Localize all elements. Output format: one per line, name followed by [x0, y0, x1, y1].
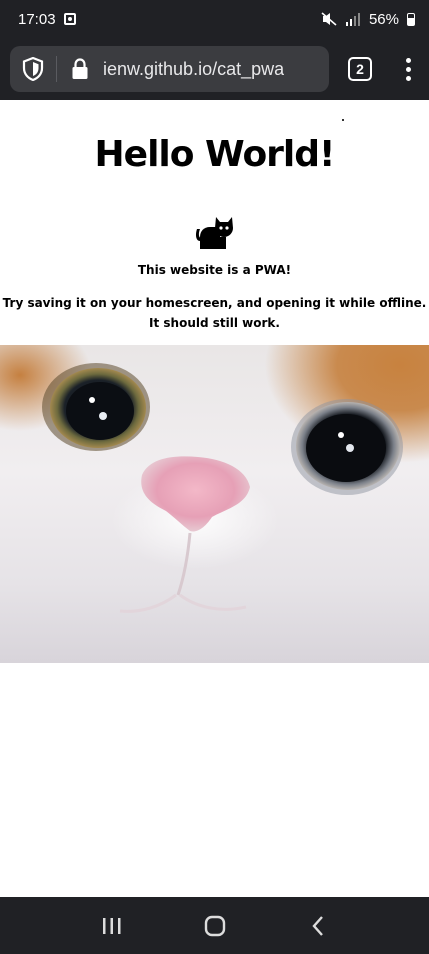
signal-icon: [345, 13, 360, 26]
cat-icon: [196, 217, 233, 249]
page-dot: [342, 119, 344, 121]
notification-icon: [63, 13, 76, 25]
cat-photo: [0, 345, 429, 663]
offline-instructions: Try saving it on your homescreen, and op…: [2, 296, 427, 330]
home-icon[interactable]: [200, 911, 230, 941]
status-time: 17:03: [18, 10, 56, 28]
lock-icon[interactable]: [71, 58, 89, 80]
phone-screen: 17:03 56% ienw.github.io/cat_pwa 2 Hello…: [0, 0, 429, 954]
battery-percent: 56%: [368, 10, 399, 28]
page-heading: Hello World!: [94, 134, 336, 175]
url-text[interactable]: ienw.github.io/cat_pwa: [103, 59, 284, 80]
battery-icon: [407, 12, 415, 26]
back-icon[interactable]: [303, 911, 333, 941]
status-left: 17:03: [18, 11, 76, 28]
address-bar[interactable]: ienw.github.io/cat_pwa: [10, 46, 329, 92]
pwa-subtitle: This website is a PWA!: [137, 263, 292, 277]
menu-icon[interactable]: [398, 54, 418, 84]
status-right: 56%: [321, 11, 415, 28]
cat-face-illustration: [42, 363, 403, 613]
system-nav-bar: [0, 897, 429, 954]
web-page: Hello World! This website is a PWA! Try …: [0, 100, 429, 897]
recent-apps-icon[interactable]: [97, 911, 127, 941]
status-bar: 17:03 56%: [0, 0, 429, 38]
browser-toolbar: ienw.github.io/cat_pwa 2: [0, 38, 429, 100]
mute-icon: [321, 12, 337, 26]
url-divider: [56, 56, 57, 82]
tab-switcher-button[interactable]: 2: [348, 57, 372, 81]
shield-icon[interactable]: [22, 57, 44, 81]
